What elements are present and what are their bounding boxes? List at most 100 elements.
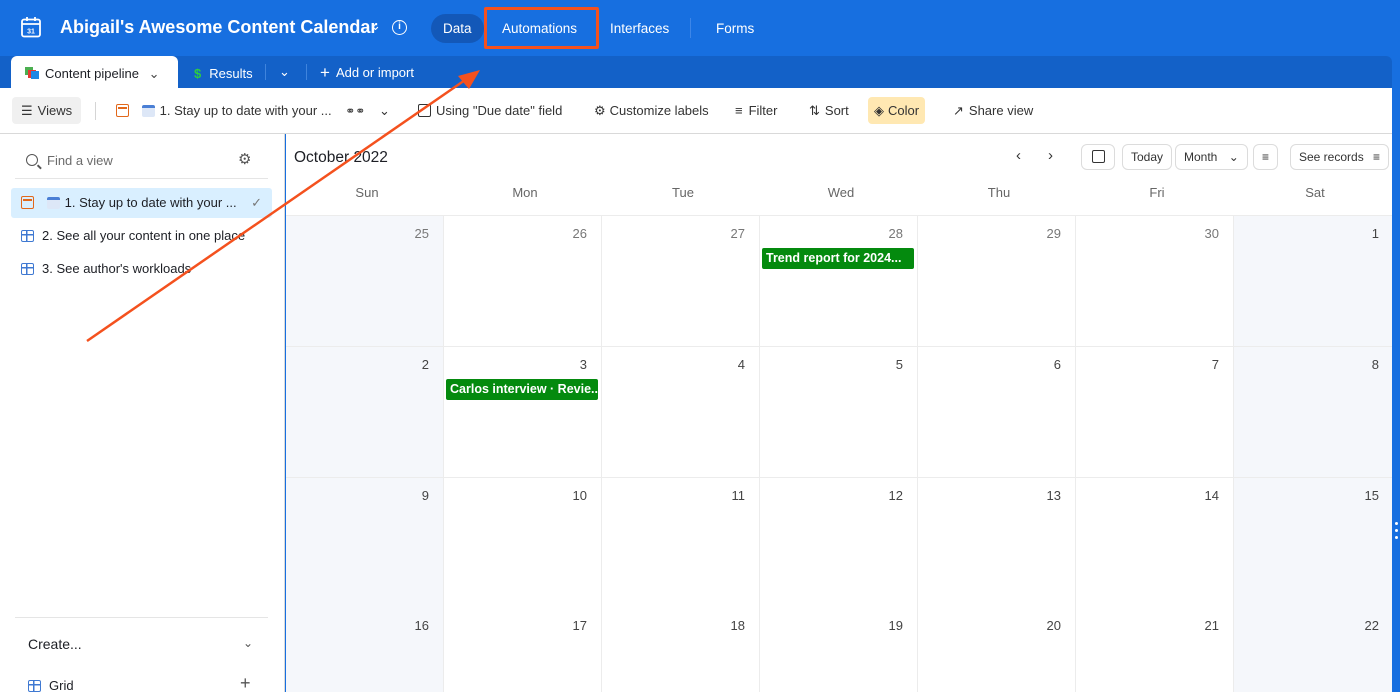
weekday-label: Sun: [288, 185, 446, 200]
plus-icon[interactable]: +: [240, 673, 251, 692]
menu-icon: ☰: [21, 103, 33, 118]
find-view-input[interactable]: Find a view: [26, 153, 113, 168]
calendar-day-cell[interactable]: 25: [286, 216, 444, 347]
calendar-day-cell[interactable]: 29: [918, 216, 1076, 347]
create-grid-item[interactable]: Grid: [28, 678, 74, 692]
calendar-day-cell[interactable]: 8: [1234, 347, 1394, 478]
views-sidebar: Find a view ⚙ 1. Stay up to date with yo…: [0, 134, 285, 692]
view-toolbar: ☰Views 1. Stay up to date with your ... …: [0, 88, 1392, 134]
calendar-day-cell[interactable]: 13: [918, 478, 1076, 609]
month-title: October 2022: [294, 149, 388, 167]
calendar-icon: [418, 104, 431, 117]
calendar-day-cell[interactable]: 21: [1076, 608, 1234, 692]
see-records-label: See records: [1299, 150, 1364, 164]
paint-bucket-icon: ◈: [874, 103, 884, 118]
date-field-button[interactable]: Using "Due date" field: [412, 97, 568, 124]
calendar-day-cell[interactable]: 26: [444, 216, 602, 347]
chevron-down-icon: ⌄: [1229, 150, 1239, 164]
calendar-event[interactable]: Carlos interview · Revie...: [446, 379, 598, 400]
next-month-icon[interactable]: ›: [1048, 147, 1053, 164]
day-number: 2: [422, 357, 429, 372]
list-icon: ≡: [1262, 150, 1269, 164]
sort-icon: ⇅: [809, 103, 820, 118]
day-number: 3: [580, 357, 587, 372]
gear-icon[interactable]: ⚙: [238, 150, 251, 168]
table-tab-bar: Content pipeline ⌄ $ Results ⌄ +Add or im…: [0, 56, 1392, 88]
calendar-day-cell[interactable]: 6: [918, 347, 1076, 478]
calendar-day-cell[interactable]: 5: [760, 347, 918, 478]
calendar-event[interactable]: Trend report for 2024...: [762, 248, 914, 269]
svg-text:31: 31: [27, 29, 35, 36]
customize-labels-button[interactable]: ⚙Customize labels: [588, 97, 715, 124]
sidebar-view-item-3[interactable]: 3. See author's workloads: [11, 254, 272, 284]
calendar-day-cell[interactable]: 19: [760, 608, 918, 692]
layout-options-button[interactable]: ≡: [1253, 144, 1278, 170]
create-section-label[interactable]: Create...: [28, 636, 82, 652]
sidebar-view-item-1[interactable]: 1. Stay up to date with your ... ✓: [11, 188, 272, 218]
calendar-day-cell[interactable]: 9: [286, 478, 444, 609]
calendar-day-cell[interactable]: 7: [1076, 347, 1234, 478]
day-number: 4: [738, 357, 745, 372]
table-tab-label: Results: [209, 66, 252, 81]
nav-tab-automations[interactable]: Automations: [490, 14, 589, 43]
chevron-down-icon[interactable]: ⌄: [379, 103, 390, 118]
calendar-day-cell[interactable]: 3 Carlos interview · Revie...: [444, 347, 602, 478]
table-tab-content-pipeline[interactable]: Content pipeline ⌄: [11, 56, 178, 88]
create-grid-label: Grid: [49, 678, 74, 692]
day-number: 18: [731, 618, 745, 633]
calendar-day-cell[interactable]: 4: [602, 347, 760, 478]
today-button[interactable]: Today: [1122, 144, 1172, 170]
day-number: 7: [1212, 357, 1219, 372]
chevron-down-icon[interactable]: ⌄: [243, 636, 253, 650]
date-picker-button[interactable]: [1081, 144, 1115, 170]
day-number: 6: [1054, 357, 1061, 372]
nav-tab-interfaces[interactable]: Interfaces: [598, 14, 681, 43]
nav-tab-data[interactable]: Data: [431, 14, 484, 43]
resize-handle[interactable]: [1395, 522, 1398, 543]
calendar-day-cell[interactable]: 11: [602, 478, 760, 609]
calendar-day-cell[interactable]: 18: [602, 608, 760, 692]
color-button[interactable]: ◈Color: [868, 97, 925, 124]
calendar-day-cell[interactable]: 15: [1234, 478, 1394, 609]
current-view-button[interactable]: 1. Stay up to date with your ... ⚭⚭ ⌄: [110, 97, 396, 124]
calendar-day-cell[interactable]: 14: [1076, 478, 1234, 609]
calendar-view: October 2022 ‹ › Today Month ⌄ ≡ See rec…: [286, 134, 1392, 692]
calendar-day-cell[interactable]: 10: [444, 478, 602, 609]
views-button[interactable]: ☰Views: [12, 97, 81, 124]
table-tab-results[interactable]: $ Results: [194, 66, 253, 81]
day-number: 26: [573, 226, 587, 241]
base-title[interactable]: Abigail's Awesome Content Calendar: [60, 17, 377, 38]
calendar-day-cell[interactable]: 2: [286, 347, 444, 478]
previous-month-icon[interactable]: ‹: [1016, 147, 1021, 164]
sidebar-divider: [15, 178, 268, 179]
calendar-day-cell[interactable]: 30: [1076, 216, 1234, 347]
filter-label: Filter: [749, 103, 778, 118]
month-range-select[interactable]: Month ⌄: [1175, 144, 1248, 170]
day-number: 29: [1047, 226, 1061, 241]
filter-button[interactable]: ≡Filter: [729, 97, 783, 124]
sort-button[interactable]: ⇅Sort: [803, 97, 855, 124]
chevron-down-icon[interactable]: ⌄: [149, 66, 160, 81]
calendar-day-cell[interactable]: 22: [1234, 608, 1394, 692]
calendar-day-cell[interactable]: 27: [602, 216, 760, 347]
see-records-button[interactable]: See records ≡: [1290, 144, 1389, 170]
share-view-button[interactable]: ↗Share view: [947, 97, 1039, 124]
table-tab-label: Content pipeline: [45, 66, 139, 81]
day-number: 8: [1372, 357, 1379, 372]
add-or-import-button[interactable]: +Add or import: [320, 63, 414, 83]
info-icon[interactable]: i: [392, 20, 407, 35]
calendar-day-cell[interactable]: 20: [918, 608, 1076, 692]
nav-tab-forms[interactable]: Forms: [704, 14, 766, 43]
more-tables-chevron-icon[interactable]: ⌄: [279, 64, 290, 80]
calendar-icon: [116, 104, 129, 117]
customize-labels-label: Customize labels: [610, 103, 709, 118]
sidebar-view-item-2[interactable]: 2. See all your content in one place: [11, 221, 272, 251]
chevron-down-icon[interactable]: ⌄: [370, 18, 381, 34]
calendar-day-cell[interactable]: 28Trend report for 2024...: [760, 216, 918, 347]
calendar-day-cell[interactable]: 16: [286, 608, 444, 692]
day-number: 9: [422, 488, 429, 503]
dollar-icon: $: [194, 66, 201, 81]
calendar-day-cell[interactable]: 1: [1234, 216, 1394, 347]
calendar-day-cell[interactable]: 17: [444, 608, 602, 692]
calendar-day-cell[interactable]: 12: [760, 478, 918, 609]
